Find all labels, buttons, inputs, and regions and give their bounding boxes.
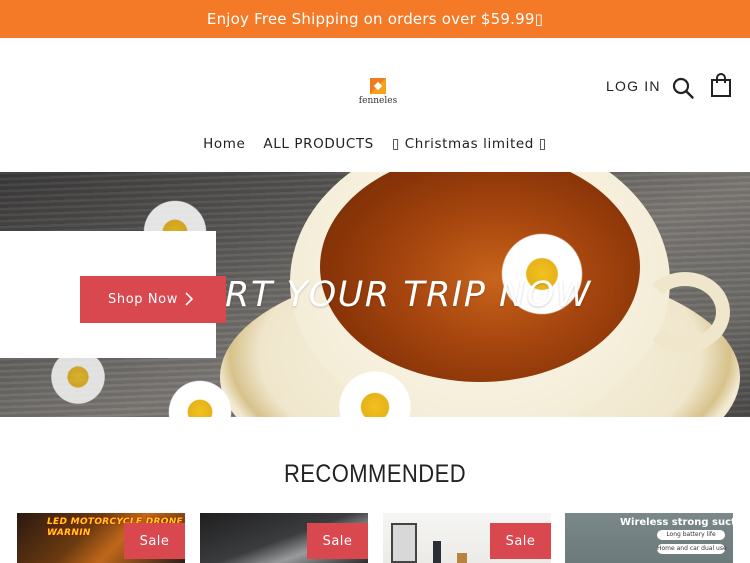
nav-item-christmas-limited[interactable]: ▯ Christmas limited ▯ xyxy=(392,136,547,158)
chevron-right-icon xyxy=(185,292,194,306)
logo-text: fenneles xyxy=(358,96,398,106)
product-card[interactable]: Sale xyxy=(383,513,551,563)
product-card[interactable]: LED MOTORCYCLE DRONE WARNIN Sale xyxy=(17,513,185,563)
product-image-text: Wireless strong suction xyxy=(620,517,733,528)
site-header: fenneles LOG IN Home ALL PRODUCTS ▯ Chri… xyxy=(0,38,750,172)
announcement-text: Enjoy Free Shipping on orders over $59.9… xyxy=(206,10,544,28)
main-nav: Home ALL PRODUCTS ▯ Christmas limited ▯ xyxy=(0,136,750,158)
logo[interactable]: fenneles xyxy=(356,78,400,108)
nav-item-home[interactable]: Home xyxy=(203,136,245,158)
product-image-text: Home and car dual use xyxy=(657,544,727,554)
product-card[interactable]: Wireless strong suction Long battery lif… xyxy=(565,513,733,563)
hero-title: RT YOUR TRIP NOW xyxy=(225,275,592,315)
product-image xyxy=(457,553,467,563)
nav-item-all-products[interactable]: ALL PRODUCTS xyxy=(263,136,373,158)
shopping-bag-icon[interactable] xyxy=(710,73,732,97)
product-image xyxy=(391,523,417,563)
product-grid: LED MOTORCYCLE DRONE WARNIN Sale Sale Sa… xyxy=(0,513,750,563)
hero-cup-handle-image xyxy=(640,272,730,352)
product-image xyxy=(433,541,441,563)
sale-badge: Sale xyxy=(490,523,551,559)
shop-now-label: Shop Now xyxy=(108,292,178,307)
announcement-bar: Enjoy Free Shipping on orders over $59.9… xyxy=(0,0,750,38)
logo-mark-icon xyxy=(370,78,386,94)
sale-badge: Sale xyxy=(124,523,185,559)
shop-now-button[interactable]: Shop Now xyxy=(80,276,226,323)
product-card[interactable]: Sale xyxy=(200,513,368,563)
hero-banner: RT YOUR TRIP NOW Shop Now xyxy=(0,172,750,417)
sale-badge: Sale xyxy=(307,523,368,559)
recommended-heading: RECOMMENDED xyxy=(283,460,467,488)
product-image-text: Long battery life xyxy=(657,530,725,540)
login-link[interactable]: LOG IN xyxy=(606,78,661,94)
search-icon[interactable] xyxy=(672,77,694,99)
